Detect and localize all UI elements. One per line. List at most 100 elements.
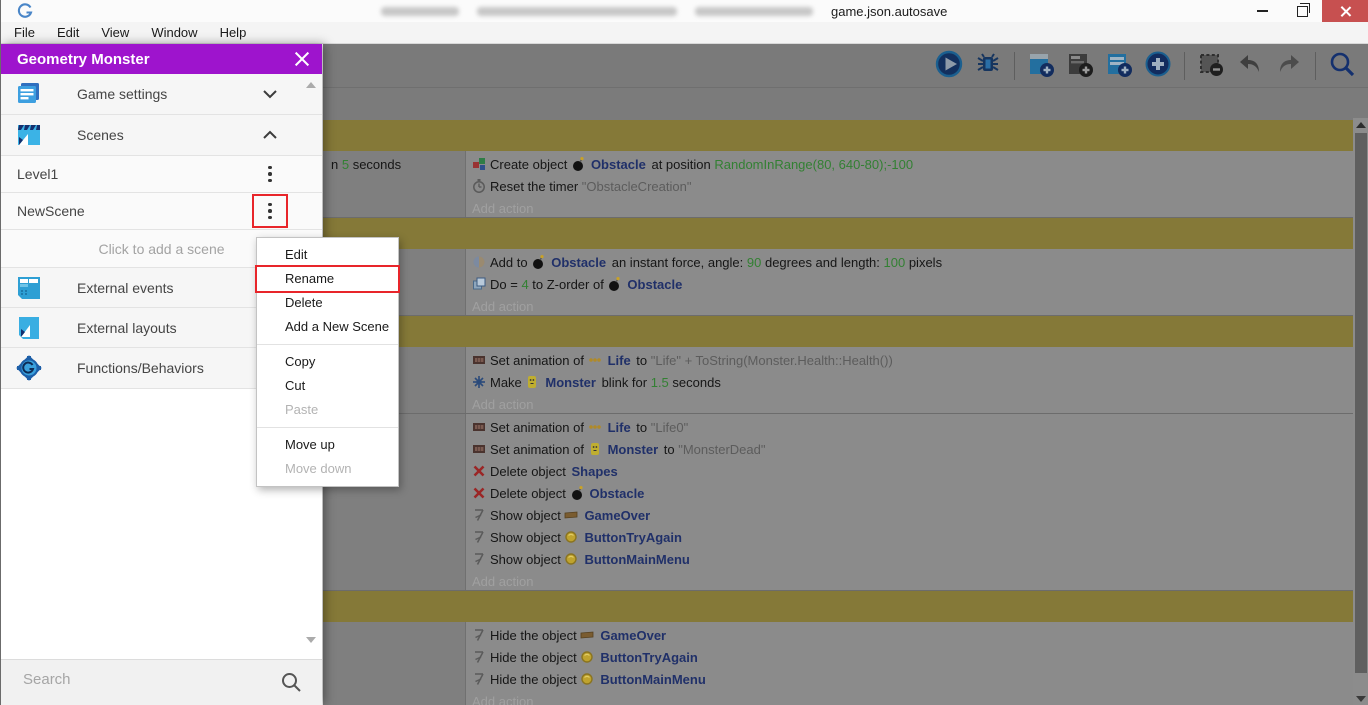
comment-bar[interactable] bbox=[323, 120, 1353, 151]
menu-file[interactable]: File bbox=[3, 22, 46, 44]
scrollbar-thumb[interactable] bbox=[1355, 133, 1367, 673]
scroll-down-icon[interactable] bbox=[1356, 696, 1366, 702]
context-menu-item-edit[interactable]: Edit bbox=[257, 243, 398, 267]
button-icon bbox=[564, 529, 578, 544]
window-title-text: game.json.autosave bbox=[831, 4, 947, 19]
action-text: Delete object bbox=[490, 486, 570, 501]
action-line[interactable]: Set animation of Life to "Life" + ToStri… bbox=[472, 350, 1353, 372]
delete-object-icon bbox=[472, 485, 486, 500]
add-action-link[interactable]: Add action bbox=[472, 571, 1353, 592]
object-name: Obstacle bbox=[591, 157, 646, 172]
menu-edit[interactable]: Edit bbox=[46, 22, 90, 44]
action-line[interactable]: Do = 4 to Z-order of Obstacle bbox=[472, 274, 1353, 296]
sidebar-item-game-settings[interactable]: Game settings bbox=[1, 74, 322, 115]
toolbar-button-add-event[interactable] bbox=[1026, 51, 1056, 81]
event-row: Set animation of Life to "Life0"Set anim… bbox=[323, 414, 1353, 591]
toolbar-button-undo[interactable] bbox=[1235, 51, 1265, 81]
action-line[interactable]: Hide the object ButtonTryAgain bbox=[472, 647, 1353, 669]
context-menu-item-add-a-new-scene[interactable]: Add a New Scene bbox=[257, 315, 398, 339]
action-line[interactable]: Delete object Obstacle bbox=[472, 483, 1353, 505]
sidebar-item-scenes[interactable]: Scenes bbox=[1, 115, 322, 156]
action-text: seconds bbox=[669, 375, 721, 390]
add-action-link[interactable]: Add action bbox=[472, 691, 1353, 705]
add-action-link[interactable]: Add action bbox=[472, 198, 1353, 219]
menu-help[interactable]: Help bbox=[209, 22, 258, 44]
action-line[interactable]: Set animation of Monster to "MonsterDead… bbox=[472, 439, 1353, 461]
action-line[interactable]: Make Monster blink for 1.5 seconds bbox=[472, 372, 1353, 394]
toolbar-button-debug[interactable] bbox=[973, 51, 1003, 81]
events-scrollbar[interactable] bbox=[1353, 118, 1368, 705]
external-layouts-icon bbox=[15, 314, 43, 342]
context-menu-item-rename[interactable]: Rename bbox=[257, 267, 398, 291]
search-input[interactable] bbox=[21, 670, 265, 689]
context-menu-item-delete[interactable]: Delete bbox=[257, 291, 398, 315]
event-actions: Hide the object GameOverHide the object … bbox=[466, 622, 1353, 705]
scene-item-newscene[interactable]: NewScene bbox=[1, 193, 322, 230]
action-line[interactable]: Show object GameOver bbox=[472, 505, 1353, 527]
comment-bar[interactable] bbox=[323, 218, 1353, 249]
action-text: Show object bbox=[490, 530, 564, 545]
close-window-button[interactable] bbox=[1322, 0, 1368, 22]
object-name: Shapes bbox=[572, 464, 618, 479]
debug-icon bbox=[974, 50, 1002, 81]
context-menu-item-move-up[interactable]: Move up bbox=[257, 433, 398, 457]
value-text: 100 bbox=[884, 255, 906, 270]
event-conditions[interactable] bbox=[323, 622, 466, 705]
visibility-icon bbox=[472, 649, 486, 664]
action-line[interactable]: Add to Obstacle an instant force, angle:… bbox=[472, 252, 1353, 274]
toolbar-button-add-circle[interactable] bbox=[1143, 51, 1173, 81]
sidebar-item-label: Functions/Behaviors bbox=[77, 360, 204, 376]
menu-window[interactable]: Window bbox=[140, 22, 208, 44]
action-line[interactable]: Show object ButtonMainMenu bbox=[472, 549, 1353, 571]
action-line[interactable]: Hide the object GameOver bbox=[472, 625, 1353, 647]
toolbar-button-remove-event[interactable] bbox=[1196, 51, 1226, 81]
value-text: 4 bbox=[521, 277, 528, 292]
scroll-down-icon[interactable] bbox=[306, 637, 316, 643]
context-menu-item-copy[interactable]: Copy bbox=[257, 350, 398, 374]
obstacle-icon bbox=[570, 485, 584, 500]
action-line[interactable]: Delete object Shapes bbox=[472, 461, 1353, 483]
action-line[interactable]: Set animation of Life to "Life0" bbox=[472, 417, 1353, 439]
add-scene-hint: Click to add a scene bbox=[98, 241, 224, 257]
action-text: at position bbox=[648, 157, 715, 172]
scroll-up-icon[interactable] bbox=[1356, 122, 1366, 128]
add-action-link[interactable]: Add action bbox=[472, 296, 1353, 317]
action-line[interactable]: Create object Obstacle at position Rando… bbox=[472, 154, 1353, 176]
event-row: Hide the object GameOverHide the object … bbox=[323, 622, 1353, 705]
menu-view[interactable]: View bbox=[90, 22, 140, 44]
restore-button[interactable] bbox=[1282, 0, 1322, 22]
scene-item-level1[interactable]: Level1 bbox=[1, 156, 322, 193]
context-menu-item-cut[interactable]: Cut bbox=[257, 374, 398, 398]
add-action-link[interactable]: Add action bbox=[472, 394, 1353, 415]
search-icon[interactable] bbox=[280, 671, 302, 693]
button-icon bbox=[580, 671, 594, 686]
toolbar-button-search[interactable] bbox=[1327, 51, 1357, 81]
toolbar-button-add-comment-event[interactable] bbox=[1065, 51, 1095, 81]
gdevelop-window: game.json.autosave File Edit View Window… bbox=[0, 0, 1368, 705]
action-line[interactable]: Show object ButtonTryAgain bbox=[472, 527, 1353, 549]
redacted-title-segment bbox=[477, 7, 677, 16]
toolbar-button-add-subevent[interactable] bbox=[1104, 51, 1134, 81]
action-text: Add to bbox=[490, 255, 531, 270]
comment-bar[interactable] bbox=[323, 316, 1353, 347]
scene-name: Level1 bbox=[17, 166, 58, 182]
action-line[interactable]: Reset the timer "ObstacleCreation" bbox=[472, 176, 1353, 198]
toolbar-separator bbox=[1184, 52, 1185, 80]
event-actions: Set animation of Life to "Life" + ToStri… bbox=[466, 347, 1353, 415]
context-menu-item-move-down: Move down bbox=[257, 457, 398, 481]
object-name: Life bbox=[608, 420, 631, 435]
toolbar-button-redo[interactable] bbox=[1274, 51, 1304, 81]
vertical-dots-icon[interactable] bbox=[254, 196, 286, 226]
comment-bar[interactable] bbox=[323, 591, 1353, 622]
vertical-dots-icon[interactable] bbox=[254, 159, 286, 189]
event-conditions[interactable]: n 5 seconds bbox=[323, 151, 466, 217]
action-text: Set animation of bbox=[490, 420, 588, 435]
close-icon[interactable] bbox=[294, 51, 310, 67]
action-line[interactable]: Hide the object ButtonMainMenu bbox=[472, 669, 1353, 691]
toolbar-button-play[interactable] bbox=[934, 51, 964, 81]
window-title: game.json.autosave bbox=[381, 0, 947, 22]
scroll-up-icon[interactable] bbox=[306, 82, 316, 88]
action-text: to bbox=[633, 420, 651, 435]
action-text: blink for bbox=[598, 375, 651, 390]
minimize-button[interactable] bbox=[1242, 0, 1282, 22]
